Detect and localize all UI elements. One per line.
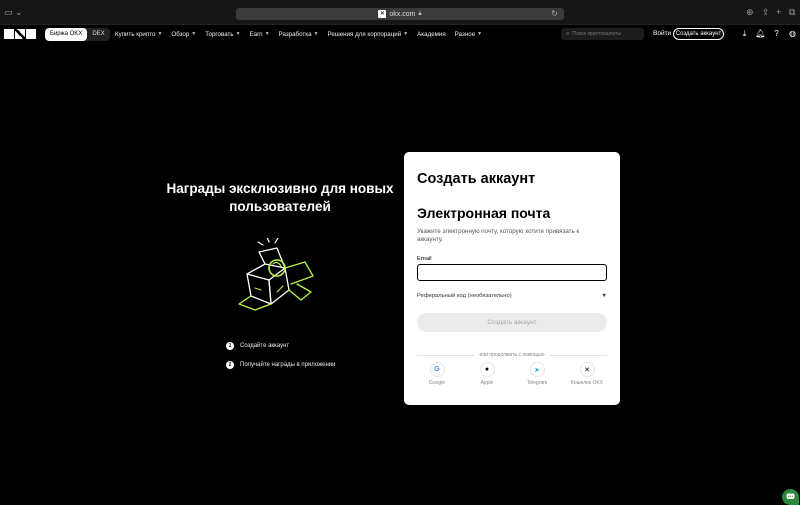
apple-login-button[interactable]: ● Apple: [467, 362, 507, 386]
menu-earn[interactable]: Earn ▼: [250, 31, 270, 38]
google-login-button[interactable]: G Google: [417, 362, 457, 386]
email-label: Email: [417, 256, 432, 262]
signup-card: Создать аккаунт Электронная почта Укажит…: [404, 152, 620, 405]
promo-step: 2 Получайте награды в приложении: [226, 361, 336, 369]
google-icon: G: [429, 362, 445, 377]
telegram-login-button[interactable]: ➤ Telegram: [517, 362, 557, 386]
search-input[interactable]: [572, 31, 643, 37]
download-app-icon[interactable]: ⤓: [739, 28, 750, 39]
help-icon[interactable]: ?: [771, 28, 782, 39]
share-icon[interactable]: ⇪: [762, 8, 770, 17]
referral-code-toggle[interactable]: Реферальный код (необязательно) ▼: [417, 293, 607, 299]
menu-more[interactable]: Разное ▼: [455, 31, 482, 38]
login-link[interactable]: Войти: [653, 30, 671, 37]
social-label: Google: [428, 380, 446, 386]
divider-text: или продолжить с помощью: [479, 352, 545, 358]
promo-title: Награды эксклюзивно для новых пользовате…: [166, 181, 394, 214]
social-label: Telegram: [526, 380, 548, 386]
chevron-down-icon[interactable]: ⌄: [15, 8, 23, 17]
social-login-options: G Google ● Apple ➤ Telegram ✕ Кошелек OK…: [417, 362, 607, 386]
menu-trade[interactable]: Торговать ▼: [205, 31, 240, 38]
exchange-dex-toggle: Биржа OKX DEX: [45, 28, 110, 41]
okx-wallet-icon: ✕: [579, 362, 595, 377]
referral-label: Реферальный код (необязательно): [417, 293, 512, 299]
promo-step: 1 Создайте аккаунт: [226, 342, 336, 350]
tab-overview-icon[interactable]: ⧉: [789, 8, 795, 17]
search-icon: ⌕: [566, 30, 570, 37]
step-number: 1: [226, 342, 234, 350]
menu-overview[interactable]: Обзор ▼: [171, 31, 196, 38]
globe-icon[interactable]: ◍: [787, 28, 798, 39]
chevron-down-icon: ▼: [191, 31, 197, 37]
browser-chrome: ▭ ⌄ ✕ okx.com 🔒︎ ↻ ⊕ ⇪ + ⧉: [0, 0, 800, 25]
social-label: Apple: [480, 380, 494, 386]
lock-icon: 🔒︎: [418, 10, 422, 17]
gift-box-illustration: [238, 238, 314, 311]
chevron-down-icon: ▼: [264, 31, 270, 37]
site-favicon-icon: ✕: [378, 10, 387, 18]
menu-corporate[interactable]: Решения для корпораций ▼: [327, 31, 408, 38]
reload-icon[interactable]: ↻: [551, 9, 558, 18]
menu-develop[interactable]: Разработка ▼: [279, 31, 319, 38]
telegram-icon: ➤: [529, 362, 545, 377]
okx-wallet-login-button[interactable]: ✕ Кошелек OKX: [567, 362, 607, 386]
chevron-down-icon: ▼: [477, 31, 483, 37]
chevron-down-icon: ▼: [157, 31, 163, 37]
exchange-tab[interactable]: Биржа OKX: [45, 28, 88, 41]
social-label: Кошелек OKX: [570, 380, 604, 386]
notification-bell-icon[interactable]: 🔔︎: [755, 28, 766, 39]
chat-icon: [786, 493, 795, 499]
address-url: okx.com: [389, 10, 416, 18]
new-tab-icon[interactable]: +: [776, 8, 781, 17]
chevron-down-icon: ▼: [313, 31, 319, 37]
card-description: Укажите электронную почту, которую хотит…: [417, 228, 580, 243]
dex-tab[interactable]: DEX: [87, 28, 109, 41]
search-box[interactable]: ⌕: [561, 28, 644, 40]
address-bar[interactable]: ✕ okx.com 🔒︎ ↻: [236, 8, 564, 20]
email-field[interactable]: [417, 264, 607, 281]
menu-buy-crypto[interactable]: Купить крипто ▼: [115, 31, 162, 38]
download-icon[interactable]: ⊕: [746, 8, 754, 17]
header-signup-button[interactable]: Создать аккаунт: [673, 28, 724, 40]
okx-logo[interactable]: [4, 29, 36, 39]
create-account-button[interactable]: Создать аккаунт: [417, 313, 607, 332]
chevron-down-icon: ▼: [403, 31, 409, 37]
card-subtitle: Электронная почта: [417, 205, 551, 221]
chevron-down-icon: ▼: [601, 293, 607, 299]
step-number: 2: [226, 361, 234, 369]
sidebar-toggle-icon[interactable]: ▭: [4, 8, 13, 17]
continue-with-divider: или продолжить с помощью: [417, 352, 608, 358]
site-header: Биржа OKX DEX Купить крипто ▼ Обзор ▼ Торг…: [0, 25, 800, 43]
menu-academy[interactable]: Академия: [417, 31, 446, 38]
step-text: Создайте аккаунт: [240, 343, 290, 349]
card-title: Создать аккаунт: [417, 171, 536, 187]
chevron-down-icon: ▼: [235, 31, 241, 37]
promo-steps: 1 Создайте аккаунт 2 Получайте награды в…: [226, 342, 336, 380]
main-menu: Купить крипто ▼ Обзор ▼ Торговать ▼ Earn ▼ Р…: [115, 25, 482, 43]
support-chat-button[interactable]: [782, 489, 799, 505]
header-icons: ⤓ 🔔︎ ? ◍: [739, 28, 798, 39]
apple-icon: ●: [479, 362, 495, 377]
step-text: Получайте награды в приложении: [240, 362, 336, 368]
